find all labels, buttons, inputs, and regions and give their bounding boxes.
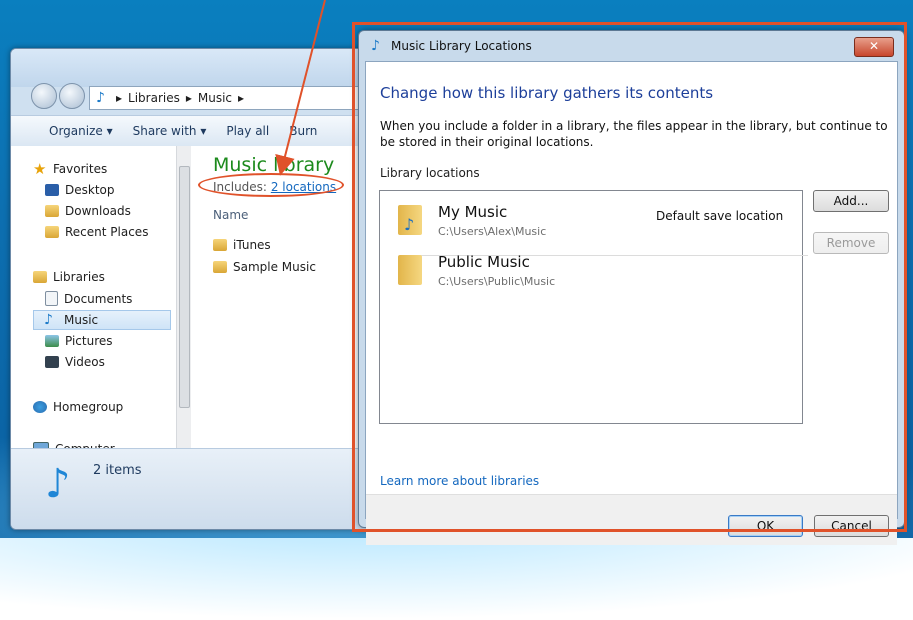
pictures-icon	[45, 335, 59, 347]
nav-pictures[interactable]: Pictures	[45, 334, 113, 348]
homegroup-icon	[33, 401, 47, 413]
explorer-window: ♪ ▸ Libraries ▸ Music ▸ Organize ▾ Share…	[10, 48, 392, 530]
dialog-description: When you include a folder in a library, …	[380, 119, 888, 149]
organize-menu[interactable]: Organize ▾	[49, 124, 113, 138]
tree-scrollbar[interactable]	[176, 146, 191, 448]
location-path: C:\Users\Public\Music	[438, 275, 556, 288]
remove-button[interactable]: Remove	[813, 232, 889, 254]
library-locations-dialog: ♪ Music Library Locations ✕ Change how t…	[358, 30, 905, 545]
command-bar: Organize ▾ Share with ▾ Play all Burn	[11, 115, 391, 147]
location-name: My Music	[438, 203, 508, 221]
breadcrumb-music[interactable]: Music	[198, 91, 232, 105]
add-button[interactable]: Add...	[813, 190, 889, 212]
share-with-menu[interactable]: Share with ▾	[133, 124, 207, 138]
highlight-oval	[198, 173, 344, 197]
music-library-icon: ♪	[96, 90, 105, 106]
library-locations-label: Library locations	[380, 166, 480, 180]
explorer-titlebar	[11, 49, 391, 87]
videos-icon	[45, 356, 59, 368]
nav-downloads-label: Downloads	[65, 204, 131, 218]
nav-desktop-label: Desktop	[65, 183, 115, 197]
nav-videos[interactable]: Videos	[45, 355, 105, 369]
burn-button[interactable]: Burn	[289, 124, 317, 138]
location-item-public-music[interactable]: Public Music C:\Users\Public\Music	[398, 251, 794, 297]
nav-favorites-label: Favorites	[53, 162, 108, 176]
folder-icon	[213, 239, 227, 251]
breadcrumb-separator-icon: ▸	[238, 91, 245, 105]
ok-button[interactable]: OK	[728, 515, 803, 537]
nav-libraries-label: Libraries	[53, 270, 105, 284]
music-library-large-icon: ♪	[45, 461, 71, 507]
list-item[interactable]: Sample Music	[213, 260, 316, 274]
breadcrumb-separator-icon: ▸	[185, 91, 192, 105]
recent-places-icon	[45, 226, 59, 238]
location-name: Public Music	[438, 253, 530, 271]
breadcrumb-libraries[interactable]: Libraries	[128, 91, 180, 105]
nav-music-label: Music	[64, 313, 99, 327]
nav-homegroup-label: Homegroup	[53, 400, 124, 414]
play-all-button[interactable]: Play all	[226, 124, 269, 138]
downloads-folder-icon	[45, 205, 59, 217]
list-item[interactable]: iTunes	[213, 238, 271, 252]
nav-libraries[interactable]: Libraries	[33, 270, 105, 284]
explorer-pane: ★ Favorites Desktop Downloads Recent Pla…	[11, 146, 391, 463]
file-name: iTunes	[233, 238, 271, 252]
address-bar[interactable]: ♪ ▸ Libraries ▸ Music ▸	[89, 86, 391, 110]
dialog-titlebar: ♪ Music Library Locations	[371, 39, 532, 53]
dialog-footer: OK Cancel	[366, 494, 897, 545]
nav-favorites[interactable]: ★ Favorites	[33, 160, 108, 178]
nav-downloads[interactable]: Downloads	[45, 204, 131, 218]
nav-recent-places[interactable]: Recent Places	[45, 225, 148, 239]
folder-icon	[213, 261, 227, 273]
nav-documents-label: Documents	[64, 291, 133, 306]
cancel-button[interactable]: Cancel	[814, 515, 889, 537]
desktop-icon	[45, 184, 59, 196]
music-icon: ♪	[44, 312, 53, 328]
music-note-icon: ♪	[371, 38, 380, 54]
file-name: Sample Music	[233, 260, 316, 274]
breadcrumb-separator-icon: ▸	[116, 91, 123, 105]
default-save-location-label: Default save location	[656, 209, 784, 223]
nav-music[interactable]: ♪ Music	[33, 310, 171, 330]
nav-documents[interactable]: Documents	[45, 291, 132, 306]
location-path: C:\Users\Alex\Music	[438, 225, 547, 238]
folder-icon	[398, 255, 422, 285]
tree-scrollbar-thumb[interactable]	[179, 166, 190, 408]
libraries-icon	[33, 271, 47, 283]
details-pane: ♪ 2 items	[11, 448, 391, 529]
nav-videos-label: Videos	[65, 355, 105, 369]
dialog-body: Change how this library gathers its cont…	[365, 61, 898, 545]
dialog-title: Music Library Locations	[391, 39, 532, 53]
navigation-tree: ★ Favorites Desktop Downloads Recent Pla…	[11, 146, 174, 456]
star-icon: ★	[33, 160, 47, 178]
forward-button[interactable]	[59, 83, 85, 109]
nav-recent-label: Recent Places	[65, 225, 149, 239]
nav-desktop[interactable]: Desktop	[45, 183, 115, 197]
nav-homegroup[interactable]: Homegroup	[33, 400, 123, 414]
music-folder-icon	[398, 205, 422, 235]
learn-more-link[interactable]: Learn more about libraries	[380, 474, 539, 488]
location-item-my-music[interactable]: My Music C:\Users\Alex\Music Default sav…	[398, 201, 808, 256]
dialog-heading: Change how this library gathers its cont…	[380, 84, 714, 102]
close-button[interactable]: ✕	[854, 37, 894, 57]
nav-buttons	[31, 83, 85, 109]
item-count: 2 items	[93, 463, 142, 478]
column-header-name[interactable]: Name	[213, 208, 248, 222]
back-button[interactable]	[31, 83, 57, 109]
documents-icon	[45, 291, 58, 306]
nav-pictures-label: Pictures	[65, 334, 113, 348]
locations-list[interactable]: My Music C:\Users\Alex\Music Default sav…	[379, 190, 808, 424]
